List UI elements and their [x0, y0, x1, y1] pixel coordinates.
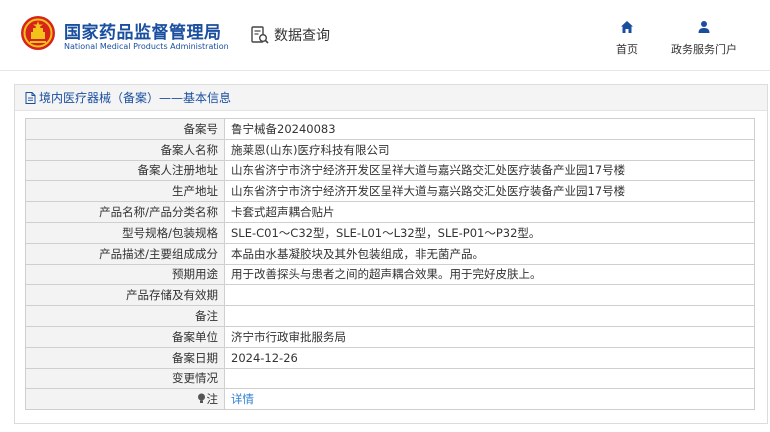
panel-title: 境内医疗器械（备案）——基本信息: [39, 91, 232, 105]
field-label: 产品描述/主要组成成分: [25, 242, 225, 265]
table-row: 型号规格/包装规格 SLE-C01～C32型，SLE-L01～L32型，SLE-P…: [25, 221, 755, 244]
lightbulb-icon: [197, 393, 205, 404]
note-label-cell: 注: [25, 388, 225, 411]
field-label: 产品名称/产品分类名称: [25, 201, 225, 223]
table-row: 备注: [25, 305, 755, 327]
field-value: 鲁宁械备20240083: [224, 118, 755, 140]
field-value: 卡套式超声耦合贴片: [224, 201, 755, 223]
table-row: 备案号 鲁宁械备20240083: [25, 118, 755, 140]
nav-home-label: 首页: [616, 43, 638, 56]
field-value: [224, 284, 755, 307]
brand-subtitle[interactable]: National Medical Products Administration: [64, 42, 229, 51]
header-divider: [0, 70, 770, 71]
field-value: [224, 367, 755, 390]
field-label: 备案人名称: [25, 138, 225, 161]
note-value-cell: 详情: [224, 388, 755, 411]
panel-title-bar: 境内医疗器械（备案）——基本信息: [15, 85, 767, 111]
field-label: 产品存储及有效期: [25, 284, 225, 307]
data-query-link[interactable]: 数据查询: [250, 24, 330, 46]
table-row: 产品名称/产品分类名称 卡套式超声耦合贴片: [25, 201, 755, 223]
field-label: 备案日期: [25, 346, 225, 369]
field-label: 备注: [25, 305, 225, 327]
table-row-note: 注详情: [25, 388, 755, 411]
field-label: 备案号: [25, 118, 225, 140]
note-label: 注: [206, 392, 219, 407]
data-query-label: 数据查询: [274, 28, 330, 44]
field-value: 济宁市行政审批服务局: [224, 325, 755, 348]
document-icon: [25, 91, 36, 104]
user-icon: [698, 21, 710, 33]
nav-service-label: 政务服务门户: [671, 43, 737, 56]
table-row: 产品存储及有效期: [25, 284, 755, 307]
record-info-table: 备案号 鲁宁械备20240083 备案人名称 施莱恩(山东)医疗科技有限公司 备案人注册…: [25, 118, 755, 411]
nav-service-portal[interactable]: 政务服务门户: [662, 20, 746, 57]
table-row: 备案人注册地址 山东省济宁市济宁经济开发区呈祥大道与嘉兴路交汇处医疗装备产业园17…: [25, 159, 755, 182]
table-row: 备案日期 2024-12-26: [25, 346, 755, 369]
field-value: [224, 305, 755, 327]
field-value: 山东省济宁市济宁经济开发区呈祥大道与嘉兴路交汇处医疗装备产业园17号楼: [224, 159, 755, 182]
field-label: 预期用途: [25, 263, 225, 286]
field-value: 2024-12-26: [224, 346, 755, 369]
site-header: 国家药品监督管理局 National Medical Products Admi…: [0, 0, 770, 70]
table-row: 备案单位 济宁市行政审批服务局: [25, 325, 755, 348]
field-value: 用于改善探头与患者之间的超声耦合效果。用于完好皮肤上。: [224, 263, 755, 286]
field-label: 备案人注册地址: [25, 159, 225, 182]
field-label: 生产地址: [25, 180, 225, 203]
home-icon: [621, 21, 633, 33]
table-row: 产品描述/主要组成成分 本品由水基凝胶块及其外包装组成，非无菌产品。: [25, 242, 755, 265]
table-row: 生产地址 山东省济宁市济宁经济开发区呈祥大道与嘉兴路交汇处医疗装备产业园17号楼: [25, 180, 755, 203]
field-value: 本品由水基凝胶块及其外包装组成，非无菌产品。: [224, 242, 755, 265]
nav-home[interactable]: 首页: [607, 20, 647, 57]
document-search-icon: [251, 26, 269, 44]
table-row: 备案人名称 施莱恩(山东)医疗科技有限公司: [25, 138, 755, 161]
table-row: 变更情况: [25, 367, 755, 390]
field-value: 施莱恩(山东)医疗科技有限公司: [224, 138, 755, 161]
field-label: 备案单位: [25, 325, 225, 348]
field-value: SLE-C01～C32型，SLE-L01～L32型，SLE-P01～P32型。: [224, 221, 755, 244]
field-label: 型号规格/包装规格: [25, 221, 225, 244]
brand-title[interactable]: 国家药品监督管理局: [64, 18, 222, 43]
record-panel: 境内医疗器械（备案）——基本信息 备案号 鲁宁械备20240083 备案人名称 施莱恩…: [14, 84, 768, 424]
field-label: 变更情况: [25, 367, 225, 390]
table-row: 预期用途 用于改善探头与患者之间的超声耦合效果。用于完好皮肤上。: [25, 263, 755, 286]
national-emblem-icon[interactable]: [20, 15, 56, 51]
field-value: 山东省济宁市济宁经济开发区呈祥大道与嘉兴路交汇处医疗装备产业园17号楼: [224, 180, 755, 203]
details-link[interactable]: 详情: [231, 392, 254, 406]
